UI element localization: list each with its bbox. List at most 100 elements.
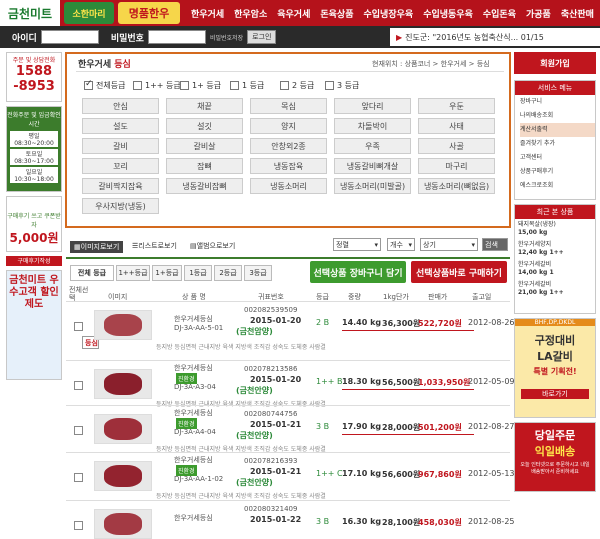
password-input[interactable] (147, 30, 206, 44)
nav-item[interactable]: 육우거세 (272, 7, 315, 20)
phone-line2[interactable]: -8953 (7, 79, 61, 94)
review-tag[interactable]: 구매후기작성 (6, 256, 62, 266)
cut-item[interactable]: 안창외2종 (250, 138, 327, 154)
row-checkbox[interactable] (74, 473, 83, 482)
cut-item[interactable]: 안심 (82, 98, 159, 114)
next-day-delivery-banner[interactable]: 당일주문 익일배송 오늘 인터넷으로 주문하시고 내일 배송받아서 준비하세요 (514, 422, 596, 492)
grade-option-all[interactable]: 전체등급 (84, 79, 125, 91)
save-password-label[interactable]: 비밀번호저장 (210, 33, 243, 42)
login-button[interactable]: 로그인 (247, 30, 277, 44)
cut-item[interactable]: 냉동소머리(뼈없음) (418, 178, 495, 194)
service-item[interactable]: 나의배송조회 (520, 109, 595, 123)
cut-item[interactable]: 우둔 (418, 98, 495, 114)
view-gallery-button[interactable]: ▤ 앨범으로보기 (190, 241, 235, 251)
cut-item[interactable]: 목심 (250, 98, 327, 114)
checkbox-icon[interactable] (325, 81, 334, 90)
cut-item[interactable]: 양지 (250, 118, 327, 134)
product-name[interactable]: 한우거세등심 (174, 455, 213, 465)
recent-item[interactable]: 한우거세갈비 21,00 kg 1++ (518, 281, 592, 297)
cut-item[interactable]: 갈비 (82, 138, 159, 154)
row-checkbox[interactable] (74, 426, 83, 435)
search-button[interactable]: 검색 (482, 238, 508, 251)
count-select[interactable]: 개수 ▾ (387, 238, 415, 251)
state-select[interactable]: 상기 ▾ (420, 238, 478, 251)
nav-item[interactable]: 수입돈육 (478, 7, 521, 20)
tab-grade-1pp[interactable]: 1++등급 (116, 265, 150, 281)
add-to-cart-button[interactable]: 선택상품 장바구니 담기 (310, 261, 406, 283)
cut-item[interactable]: 채끝 (166, 98, 243, 114)
service-item[interactable]: 장바구니 (520, 95, 595, 109)
cut-item[interactable]: 냉동갈비잡뼈 (166, 178, 243, 194)
cut-item[interactable]: 설깃 (166, 118, 243, 134)
grade-option-1pp[interactable]: 1++ 등급 (133, 80, 181, 91)
nav-item[interactable]: 한우암소 (229, 7, 272, 20)
cut-item[interactable]: 냉동소머리(미발골) (334, 178, 411, 194)
news-ticker[interactable]: ▶ 진도군: "2016년도 농협축산식... 01/15 (390, 28, 600, 46)
la-galbi-banner[interactable]: BHF,DP,DKDL 구정대비 LA갈비 특별 기획전! 바로가기 (514, 318, 596, 418)
phone-line1[interactable]: 1588 (7, 64, 61, 79)
nav-item[interactable]: 돈육상품 (315, 7, 358, 20)
product-name[interactable]: 한우거세등심 (174, 314, 213, 324)
service-item[interactable]: 상품구매후기 (520, 165, 595, 179)
checkbox-icon[interactable] (230, 81, 239, 90)
vip-discount-banner[interactable]: 금천미트 우수고객 할인제도 (6, 270, 62, 380)
checkbox-icon[interactable] (180, 81, 189, 90)
sort-select[interactable]: 정렬 ▾ (333, 238, 381, 251)
cut-item[interactable]: 우족 (334, 138, 411, 154)
nav-item[interactable]: 가공품 (521, 7, 556, 20)
view-image-button[interactable]: ▦ 이미지로보기 (70, 241, 124, 253)
product-name[interactable]: 한우거세등심 (174, 408, 213, 418)
cut-item[interactable]: 꼬리 (82, 158, 159, 174)
service-item[interactable]: 고객센터 (520, 151, 595, 165)
tab-grade-1[interactable]: 1등급 (184, 265, 212, 281)
banner-go-button[interactable]: 바로가기 (521, 389, 589, 399)
grade-option-3[interactable]: 3 등급 (325, 80, 359, 91)
cut-item[interactable]: 차돌박이 (334, 118, 411, 134)
tab-grade-1p[interactable]: 1+등급 (152, 265, 182, 281)
cut-item[interactable]: 갈비살 (166, 138, 243, 154)
cut-item[interactable]: 우사지방(냉동) (82, 198, 159, 214)
nav-item[interactable]: 축산판매 (556, 7, 599, 20)
grade-option-1[interactable]: 1 등급 (230, 80, 264, 91)
checkbox-icon[interactable] (84, 79, 93, 90)
row-checkbox[interactable] (74, 381, 83, 390)
tab-grade-3[interactable]: 3등급 (244, 265, 272, 281)
nav-item[interactable]: 수입냉동우육 (418, 7, 478, 20)
cut-item[interactable]: 앞다리 (334, 98, 411, 114)
buy-now-button[interactable]: 선택상품바로 구매하기 (411, 261, 507, 283)
grade-option-2[interactable]: 2 등급 (280, 80, 314, 91)
service-item[interactable]: 즐겨찾기 추가 (520, 137, 595, 151)
nav-item[interactable]: 한우거세 (186, 7, 229, 20)
service-item[interactable]: 계산서출력 (520, 123, 595, 137)
grade-option-1p[interactable]: 1+ 등급 (180, 80, 221, 91)
cut-item[interactable]: 설도 (82, 118, 159, 134)
row-checkbox[interactable] (74, 322, 83, 331)
cut-item[interactable]: 냉동잡육 (250, 158, 327, 174)
review-coupon-banner[interactable]: 구매후기 쓰고 쿠폰받자 5,000원 (6, 196, 62, 252)
nav-item[interactable]: 수입냉장우육 (359, 7, 419, 20)
tab-grade-2[interactable]: 2등급 (214, 265, 242, 281)
service-item[interactable]: 에스크로조회 (520, 179, 595, 193)
checkbox-icon[interactable] (280, 81, 289, 90)
cut-item[interactable]: 마구리 (418, 158, 495, 174)
promo-badge-1[interactable]: 소한마리 (64, 2, 114, 24)
recent-item[interactable]: 돼지목살(냉장) 15,00 kg (518, 221, 592, 237)
join-button[interactable]: 회원가입 (514, 52, 596, 74)
cut-item[interactable]: 냉동소머리 (250, 178, 327, 194)
product-name[interactable]: 한우거세등심 (174, 363, 213, 373)
cut-item[interactable]: 냉동갈비뼈개살 (334, 158, 411, 174)
view-list-button[interactable]: ☰ 리스트로보기 (132, 241, 177, 251)
checkbox-icon[interactable] (133, 81, 142, 90)
site-logo[interactable]: 금천미트 (0, 0, 60, 26)
recent-item[interactable]: 한우거세갈비 14,00 kg 1 (518, 261, 592, 277)
cut-item[interactable]: 사태 (418, 118, 495, 134)
cut-item[interactable]: 잡뼈 (166, 158, 243, 174)
id-input[interactable] (40, 30, 99, 44)
header-select-all[interactable]: 전체선택 (69, 286, 89, 302)
cut-item[interactable]: 갈비짝지잡육 (82, 178, 159, 194)
tab-all-grades[interactable]: 전체 등급 (70, 265, 114, 281)
promo-badge-2[interactable]: 명품한우 (118, 2, 180, 24)
recent-item[interactable]: 한우거세양지 12,40 kg 1++ (518, 241, 592, 257)
product-name[interactable]: 한우거세등심 (174, 513, 213, 523)
cut-item[interactable]: 사골 (418, 138, 495, 154)
